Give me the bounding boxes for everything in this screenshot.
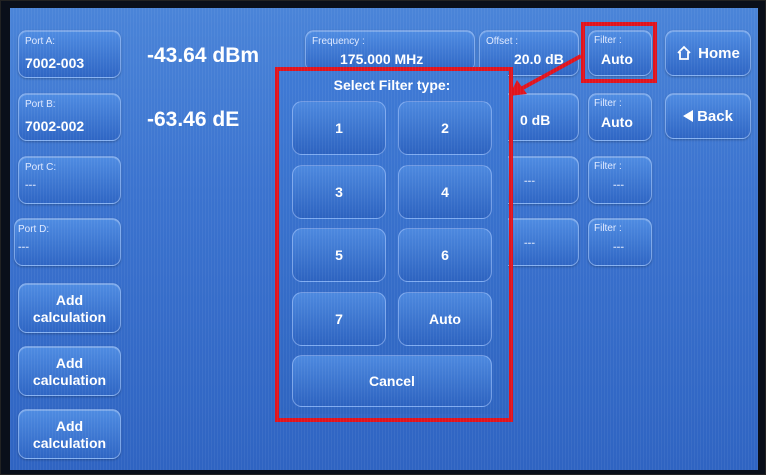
port-c-value: --- — [25, 179, 36, 191]
filter-d-button[interactable]: Filter : --- — [588, 218, 652, 266]
filter-c-value: --- — [613, 179, 624, 191]
highlight-arrow — [509, 54, 582, 96]
port-d-button[interactable]: Port D: --- — [14, 218, 121, 266]
port-b-reading: -63.46 dE — [147, 108, 240, 131]
filter-b-value: Auto — [601, 114, 633, 130]
port-d-value: --- — [18, 241, 29, 253]
add-calculation-button-1[interactable]: Add calculation — [18, 283, 121, 333]
offset-a-label: Offset : — [486, 36, 519, 47]
add-calculation-button-3[interactable]: Add calculation — [18, 409, 121, 459]
device-frame: Port A: 7002-003 Port B: 7002-002 Port C… — [0, 0, 766, 475]
port-a-button[interactable]: Port A: 7002-003 — [18, 30, 121, 78]
port-a-reading: -43.64 dBm — [147, 44, 260, 67]
port-b-button[interactable]: Port B: 7002-002 — [18, 93, 121, 141]
filter-highlight-box — [581, 22, 657, 83]
filter-b-button[interactable]: Filter : Auto — [588, 93, 652, 141]
port-b-label: Port B: — [25, 99, 56, 110]
port-b-value: 7002-002 — [25, 118, 85, 134]
add-calculation-label: Add calculation — [32, 418, 107, 451]
port-a-label: Port A: — [25, 36, 56, 47]
home-label: Home — [698, 44, 740, 62]
add-calculation-button-2[interactable]: Add calculation — [18, 346, 121, 396]
port-d-label: Port D: — [18, 224, 50, 235]
dialog-highlight-box — [275, 67, 513, 422]
frequency-value: 175.000 MHz — [340, 51, 424, 67]
back-label: Back — [697, 107, 733, 125]
offset-d-value: --- — [524, 237, 535, 249]
port-c-button[interactable]: Port C: --- — [18, 156, 121, 204]
back-button[interactable]: Back — [665, 93, 751, 139]
add-calculation-label: Add calculation — [32, 292, 107, 325]
filter-d-value: --- — [613, 241, 624, 253]
filter-c-label: Filter : — [594, 161, 622, 172]
port-c-label: Port C: — [25, 162, 57, 173]
touch-screen: Port A: 7002-003 Port B: 7002-002 Port C… — [10, 8, 758, 470]
home-button[interactable]: Home — [665, 30, 751, 76]
frequency-button[interactable]: Frequency : 175.000 MHz — [305, 30, 475, 72]
back-arrow-icon — [683, 110, 694, 122]
offset-c-value: --- — [524, 175, 535, 187]
filter-c-button[interactable]: Filter : --- — [588, 156, 652, 204]
frequency-label: Frequency : — [312, 36, 365, 47]
add-calculation-label: Add calculation — [32, 355, 107, 388]
home-icon — [677, 45, 691, 60]
port-a-value: 7002-003 — [25, 55, 85, 71]
filter-d-label: Filter : — [594, 223, 622, 234]
filter-b-label: Filter : — [594, 98, 622, 109]
offset-b-value: 0 dB — [520, 112, 551, 128]
